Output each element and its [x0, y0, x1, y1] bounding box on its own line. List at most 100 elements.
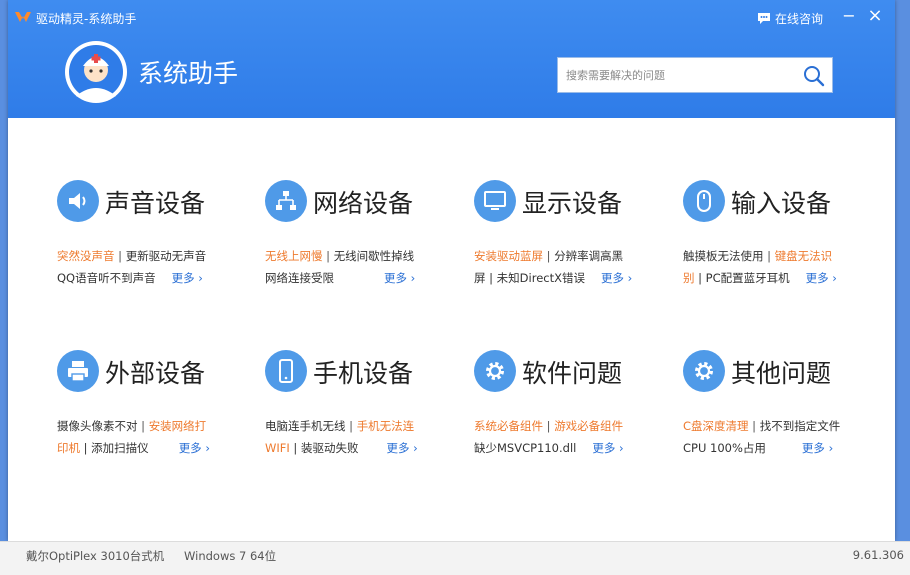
- issue-link[interactable]: CPU 100%占用: [683, 441, 766, 455]
- category-line-1: 电脑连手机无线 | 手机无法连: [265, 418, 414, 434]
- chat-bubble-icon: [757, 13, 770, 24]
- issue-link[interactable]: WIFI: [265, 441, 290, 455]
- window-title: 驱动精灵-系统助手: [36, 12, 137, 26]
- issue-link[interactable]: 别: [683, 271, 695, 285]
- category-title[interactable]: 显示设备: [522, 184, 622, 220]
- issue-link[interactable]: 摄像头像素不对: [57, 419, 138, 433]
- issue-link[interactable]: | 添加扫描仪: [80, 441, 149, 455]
- category-title[interactable]: 网络设备: [313, 184, 413, 220]
- issue-link[interactable]: 无线上网慢: [265, 249, 323, 263]
- issue-link[interactable]: 缺少MSVCP110.dll: [474, 441, 576, 455]
- app-version: 9.61.306: [852, 548, 904, 562]
- issue-link[interactable]: 更新驱动无声音: [126, 249, 207, 263]
- category-line-2: 网络连接受限 更多: [265, 270, 415, 286]
- separator: |: [114, 249, 126, 263]
- category-line-2: 印机 | 添加扫描仪 更多: [57, 440, 210, 456]
- phone-icon[interactable]: [265, 350, 307, 392]
- mouse-icon[interactable]: [683, 180, 725, 222]
- category-title[interactable]: 外部设备: [105, 354, 205, 390]
- issue-link[interactable]: 手机无法连: [357, 419, 415, 433]
- category-card-software: 软件问题 系统必备组件 | 游戏必备组件 缺少MSVCP110.dll 更多: [474, 350, 674, 500]
- issue-link[interactable]: | 装驱动失败: [290, 441, 358, 455]
- issue-link[interactable]: 安装网络打: [149, 419, 207, 433]
- issue-link[interactable]: 游戏必备组件: [554, 419, 623, 433]
- category-card-sound: 声音设备 突然没声音 | 更新驱动无声音 QQ语音听不到声音 更多: [57, 180, 257, 330]
- category-title[interactable]: 手机设备: [313, 354, 413, 390]
- issue-link[interactable]: 屏 | 未知DirectX错误: [474, 271, 585, 285]
- category-line-2: WIFI | 装驱动失败 更多: [265, 440, 418, 456]
- issue-link[interactable]: 键盘无法识: [775, 249, 833, 263]
- network-icon[interactable]: [265, 180, 307, 222]
- category-card-other: 其他问题 C盘深度清理 | 找不到指定文件 CPU 100%占用 更多: [683, 350, 883, 500]
- printer-icon[interactable]: [57, 350, 99, 392]
- speaker-icon[interactable]: [57, 180, 99, 222]
- separator: |: [322, 249, 334, 263]
- issue-link[interactable]: 找不到指定文件: [760, 419, 841, 433]
- search-input[interactable]: [558, 58, 810, 92]
- close-button[interactable]: ×: [865, 6, 885, 26]
- more-link[interactable]: 更多: [806, 271, 837, 285]
- separator: |: [543, 249, 555, 263]
- category-title[interactable]: 输入设备: [731, 184, 831, 220]
- issue-link[interactable]: | PC配置蓝牙耳机: [695, 271, 790, 285]
- issue-link[interactable]: QQ语音听不到声音: [57, 271, 156, 285]
- computer-model: 戴尔OptiPlex 3010台式机: [26, 549, 165, 563]
- issue-link[interactable]: 系统必备组件: [474, 419, 543, 433]
- doctor-avatar-icon: [65, 41, 127, 103]
- more-link[interactable]: 更多: [592, 441, 623, 455]
- more-link[interactable]: 更多: [179, 441, 210, 455]
- online-consult-button[interactable]: 在线咨询: [757, 10, 823, 27]
- separator: |: [763, 249, 775, 263]
- category-line-1: C盘深度清理 | 找不到指定文件: [683, 418, 840, 434]
- category-title[interactable]: 其他问题: [731, 354, 831, 390]
- issue-link[interactable]: 触摸板无法使用: [683, 249, 764, 263]
- issue-link[interactable]: C盘深度清理: [683, 419, 749, 433]
- issue-link[interactable]: 安装驱动蓝屏: [474, 249, 543, 263]
- category-line-1: 触摸板无法使用 | 键盘无法识: [683, 248, 832, 264]
- category-card-phone: 手机设备 电脑连手机无线 | 手机无法连 WIFI | 装驱动失败 更多: [265, 350, 465, 500]
- more-link[interactable]: 更多: [601, 271, 632, 285]
- issue-link[interactable]: 网络连接受限: [265, 271, 334, 285]
- online-consult-label: 在线咨询: [774, 12, 823, 26]
- more-link[interactable]: 更多: [172, 271, 203, 285]
- category-line-2: 屏 | 未知DirectX错误 更多: [474, 270, 632, 286]
- issue-link[interactable]: 电脑连手机无线: [265, 419, 346, 433]
- separator: |: [345, 419, 357, 433]
- separator: |: [543, 419, 555, 433]
- separator: |: [137, 419, 149, 433]
- title-bar: 驱动精灵-系统助手 在线咨询 − × 系统助手: [8, 0, 895, 118]
- issue-link[interactable]: 印机: [57, 441, 80, 455]
- issue-link[interactable]: 分辨率调高黑: [554, 249, 623, 263]
- monitor-icon[interactable]: [474, 180, 516, 222]
- category-line-1: 摄像头像素不对 | 安装网络打: [57, 418, 206, 434]
- issue-link[interactable]: 无线间歇性掉线: [334, 249, 415, 263]
- gear-icon[interactable]: [474, 350, 516, 392]
- more-link[interactable]: 更多: [384, 271, 415, 285]
- category-line-1: 系统必备组件 | 游戏必备组件: [474, 418, 623, 434]
- more-link[interactable]: 更多: [386, 441, 417, 455]
- category-card-display: 显示设备 安装驱动蓝屏 | 分辨率调高黑 屏 | 未知DirectX错误 更多: [474, 180, 674, 330]
- status-bar: 戴尔OptiPlex 3010台式机 Windows 7 64位 9.61.30…: [0, 541, 910, 575]
- search-icon[interactable]: [802, 64, 826, 88]
- category-title[interactable]: 声音设备: [105, 184, 205, 220]
- category-line-1: 无线上网慢 | 无线间歇性掉线: [265, 248, 414, 264]
- more-link[interactable]: 更多: [802, 441, 833, 455]
- category-card-external: 外部设备 摄像头像素不对 | 安装网络打 印机 | 添加扫描仪 更多: [57, 350, 257, 500]
- category-line-1: 安装驱动蓝屏 | 分辨率调高黑: [474, 248, 623, 264]
- separator: |: [748, 419, 760, 433]
- category-line-2: CPU 100%占用 更多: [683, 440, 833, 456]
- app-name: 系统助手: [138, 59, 239, 88]
- app-window: 驱动精灵-系统助手 在线咨询 − × 系统助手 搜索需要解决的问题 声音设备 突…: [8, 0, 895, 541]
- category-line-2: 缺少MSVCP110.dll 更多: [474, 440, 624, 456]
- gear-icon[interactable]: [683, 350, 725, 392]
- category-title[interactable]: 软件问题: [522, 354, 622, 390]
- category-grid: 声音设备 突然没声音 | 更新驱动无声音 QQ语音听不到声音更多 网络设备 无线…: [8, 118, 895, 508]
- category-line-2: 别 | PC配置蓝牙耳机 更多: [683, 270, 837, 286]
- category-line-2: QQ语音听不到声音 更多: [57, 270, 203, 286]
- issue-link[interactable]: 突然没声音: [57, 249, 115, 263]
- os-version: Windows 7 64位: [184, 549, 277, 563]
- minimize-button[interactable]: −: [839, 6, 859, 26]
- driver-genius-logo-icon: [15, 12, 31, 22]
- search-box: [557, 57, 833, 93]
- category-line-1: 突然没声音 | 更新驱动无声音: [57, 248, 206, 264]
